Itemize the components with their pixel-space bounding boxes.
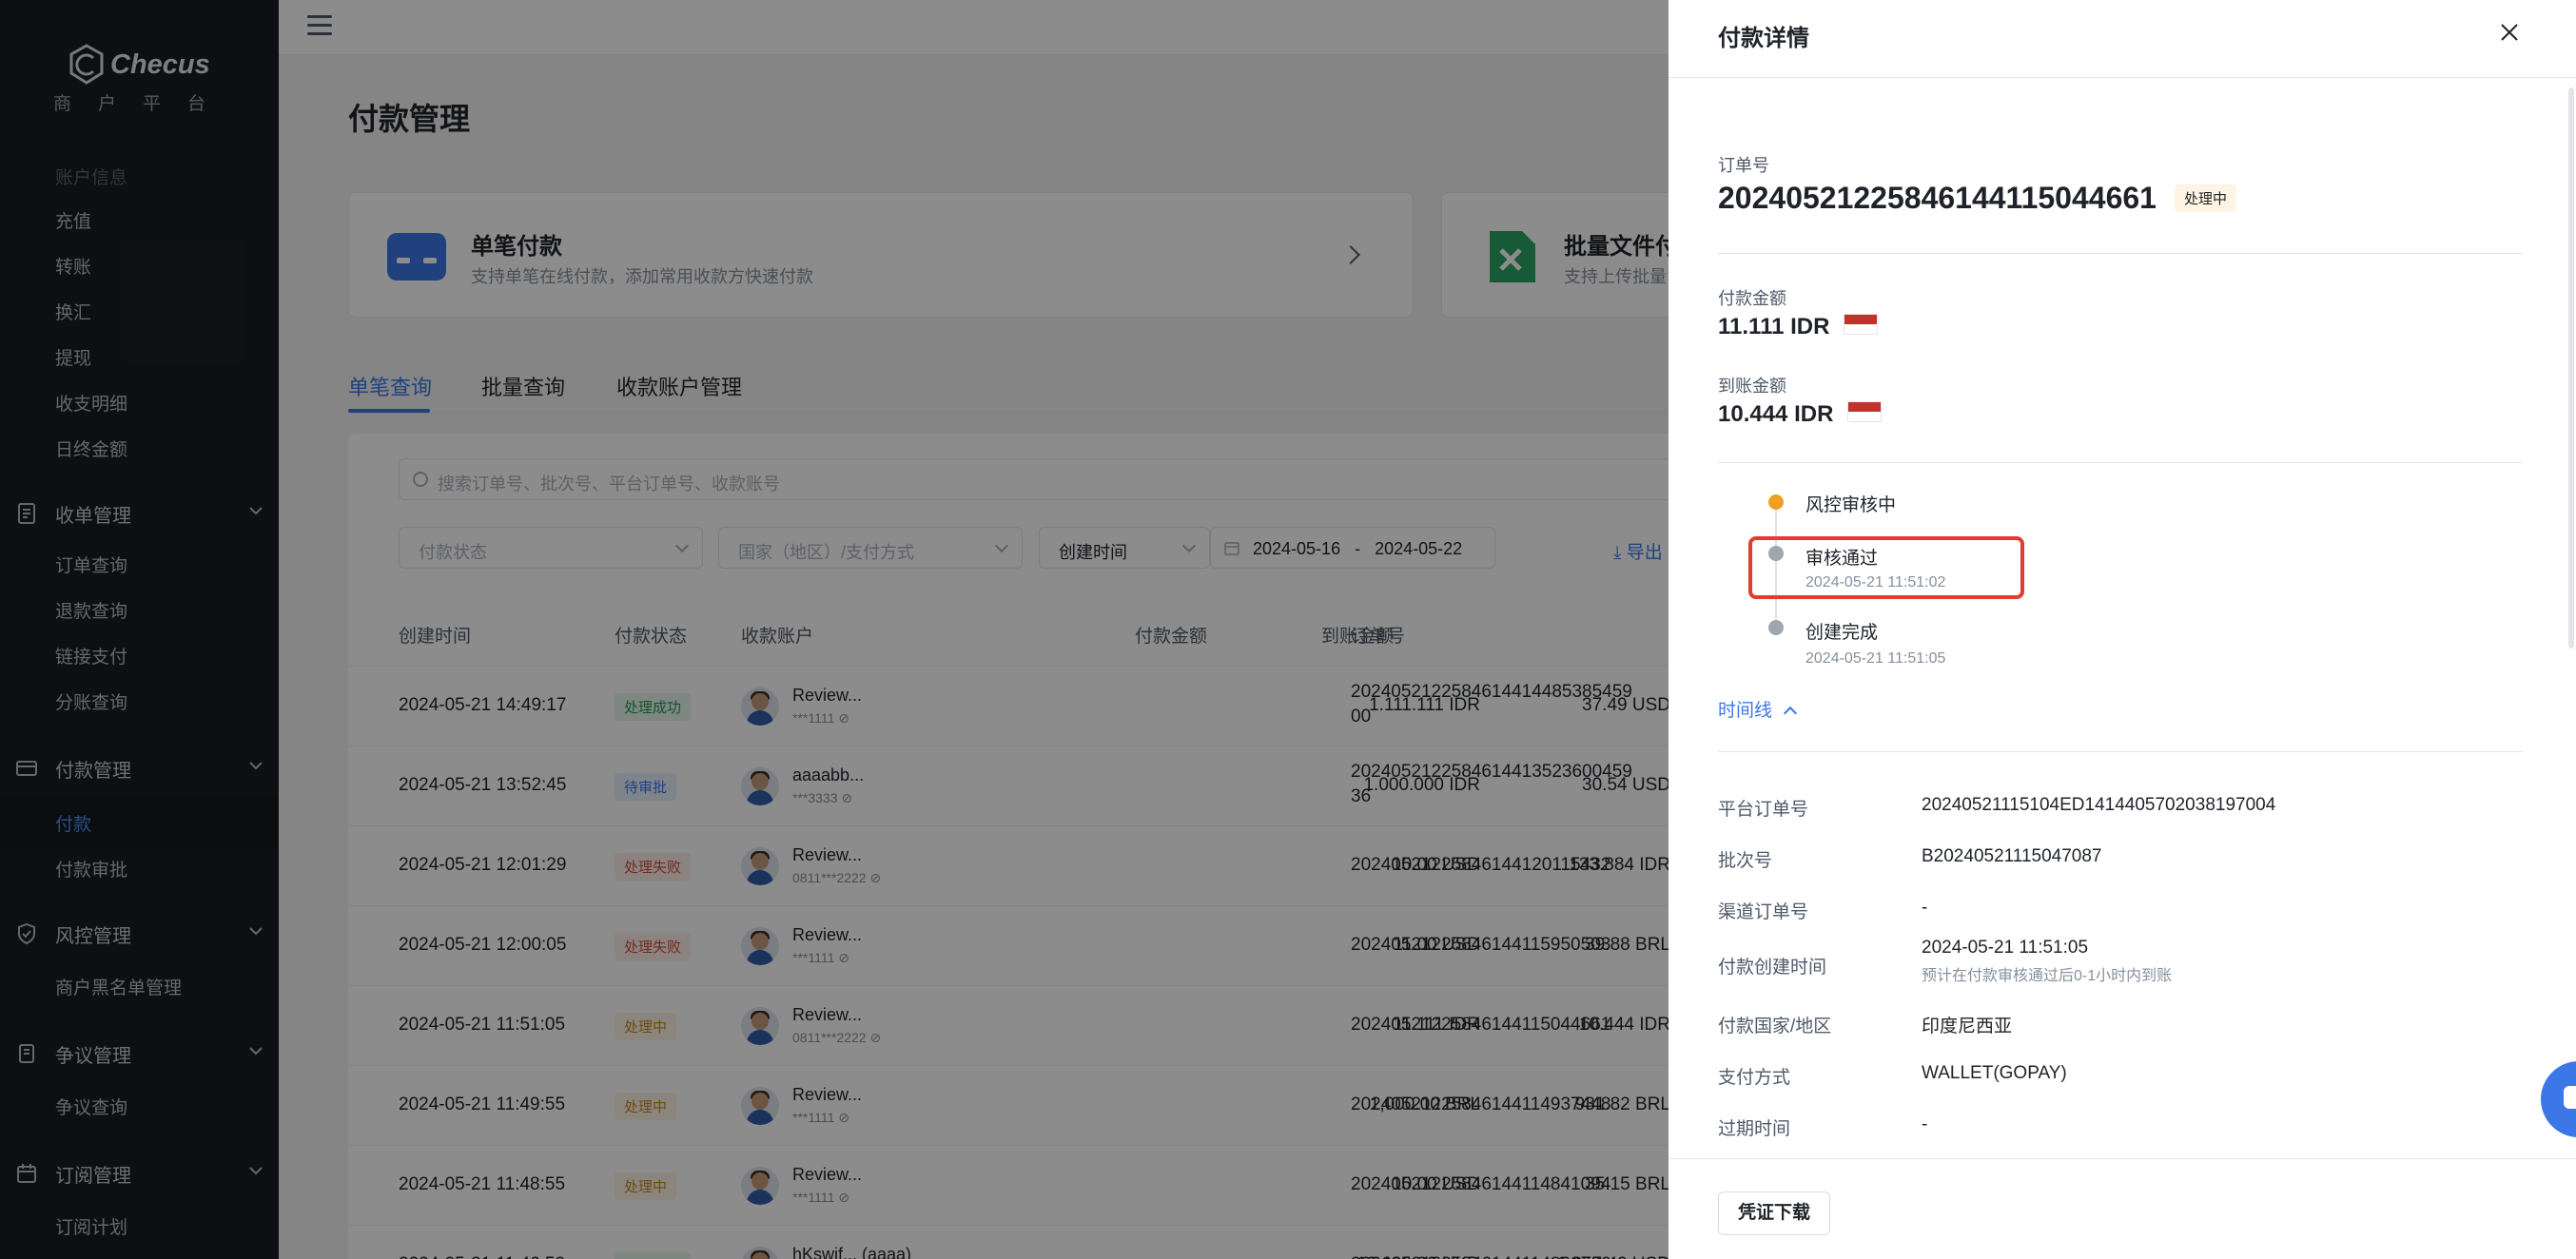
detail-label: 批次号 — [1718, 851, 1773, 871]
detail-label: 付款国家/地区 — [1718, 1017, 1832, 1036]
chat-icon — [2564, 1086, 2576, 1109]
recv-amount-value: 10.444 IDR — [1718, 401, 1834, 427]
status-badge: 处理中 — [2175, 184, 2237, 212]
detail-value: - — [1922, 1114, 1928, 1134]
timeline-toggle[interactable]: 时间线 — [1718, 696, 1798, 722]
scrollbar[interactable] — [2568, 87, 2574, 649]
pay-amount-value: 11.111 IDR — [1718, 314, 1830, 339]
detail-value: B20240521115047087 — [1922, 846, 2102, 866]
detail-value: WALLET(GOPAY) — [1922, 1063, 2067, 1083]
drawer-footer: 凭证下载 — [1669, 1158, 2576, 1259]
download-voucher-button[interactable]: 凭证下载 — [1718, 1191, 1831, 1235]
indonesia-flag-icon — [1844, 314, 1878, 335]
pay-amount-label: 付款金额 — [1718, 289, 1786, 308]
order-no-value: 20240521225846144115044661 — [1718, 181, 2156, 215]
drawer-header: 付款详情 — [1669, 0, 2576, 78]
divider — [1718, 253, 2523, 254]
timeline-step-title: 风控审核中 — [1805, 495, 1897, 515]
timeline-done-dot — [1768, 620, 1784, 635]
detail-label: 付款创建时间 — [1718, 958, 1827, 978]
divider — [1718, 751, 2523, 752]
detail-label: 平台订单号 — [1718, 800, 1809, 820]
detail-value: 印度尼西亚 — [1922, 1017, 2013, 1036]
detail-label: 过期时间 — [1718, 1119, 1791, 1139]
modal-overlay[interactable] — [0, 0, 1669, 1259]
detail-label: 支付方式 — [1718, 1068, 1791, 1088]
drawer-title: 付款详情 — [1718, 26, 1809, 51]
detail-value: 20240521115104ED1414405702038197004 — [1922, 795, 2276, 815]
close-icon[interactable] — [2498, 21, 2521, 44]
detail-value: 2024-05-21 11:51:05 — [1922, 938, 2089, 958]
timeline-toggle-label: 时间线 — [1718, 701, 1773, 721]
timeline-step-title: 创建完成 — [1805, 623, 1879, 643]
timeline-pending-dot — [1768, 494, 1784, 510]
detail-label: 渠道订单号 — [1718, 902, 1809, 922]
order-no-label: 订单号 — [1718, 156, 1769, 175]
payment-detail-drawer: 付款详情 订单号 20240521225846144115044661 处理中 … — [1669, 0, 2576, 1259]
indonesia-flag-icon — [1847, 401, 1882, 422]
recv-amount-label: 到账金额 — [1718, 377, 1786, 396]
highlight-box — [1748, 536, 2024, 599]
chevron-up-icon — [1783, 706, 1798, 721]
detail-value: - — [1922, 898, 1928, 918]
chat-support-button[interactable] — [2541, 1061, 2576, 1137]
timeline-step-time: 2024-05-21 11:51:05 — [1805, 650, 1946, 667]
detail-sub: 预计在付款审核通过后0-1小时内到账 — [1922, 968, 2173, 984]
divider — [1718, 462, 2523, 463]
